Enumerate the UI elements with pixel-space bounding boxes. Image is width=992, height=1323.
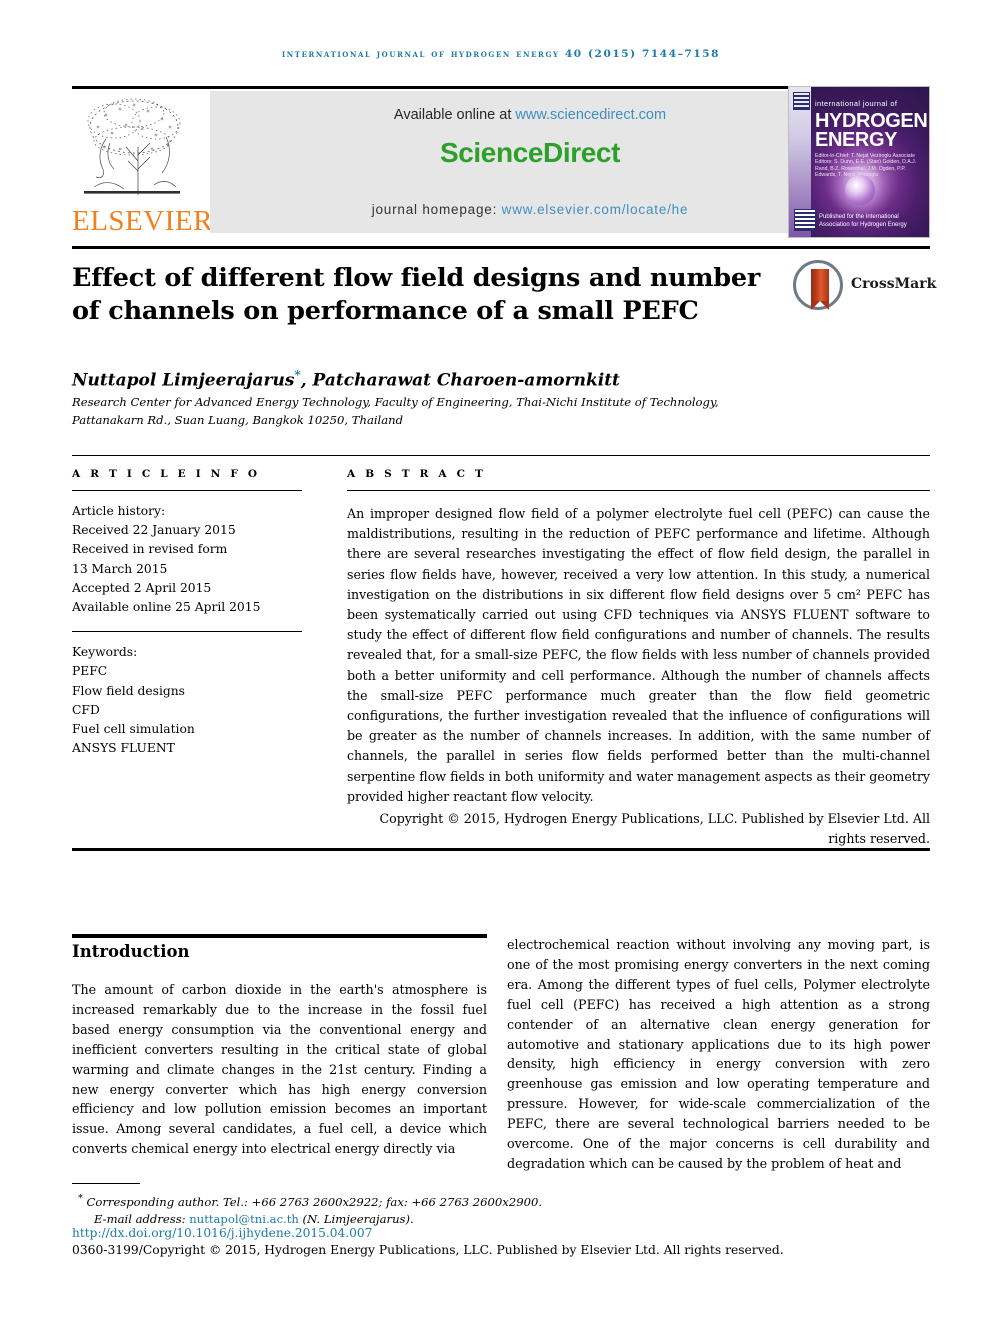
page-title: Effect of different flow field designs a… [72, 263, 761, 326]
journal-homepage-line: journal homepage: www.elsevier.com/locat… [210, 202, 850, 217]
keyword-item: CFD [72, 702, 100, 717]
abstract-column: A B S T R A C T An improper designed flo… [347, 468, 930, 849]
available-online-prefix: Available online at [393, 107, 516, 123]
info-top-rule [72, 455, 930, 456]
issn-copyright-line: 0360-3199/Copyright © 2015, Hydrogen Ene… [72, 1243, 784, 1257]
email-label: E-mail address: [94, 1212, 190, 1227]
keyword-item: Fuel cell simulation [72, 722, 195, 737]
cover-editors: Editor-in-Chief: T. Nejat Veziroglu Asso… [815, 153, 917, 179]
crossmark-label: CrossMark [851, 276, 937, 292]
keywords-list: Keywords: PEFC Flow field designs CFD Fu… [72, 643, 302, 758]
sciencedirect-link[interactable]: www.sciencedirect.com [515, 107, 666, 123]
crossmark-ribbon-icon [811, 269, 829, 310]
elsevier-tree-icon [76, 91, 186, 203]
running-head: International Journal of Hydrogen Energy… [281, 48, 721, 60]
cover-superline: international journal of [815, 99, 898, 108]
journal-article-page: International Journal of Hydrogen Energy… [0, 0, 992, 1323]
article-history: Article history: Received 22 January 201… [72, 502, 302, 617]
cover-badge-icon [794, 209, 816, 231]
history-item: Available online 25 April 2015 [72, 600, 261, 615]
introduction-heading: Introduction [72, 942, 190, 961]
title-top-rule [72, 246, 930, 249]
history-item: Accepted 2 April 2015 [72, 580, 212, 595]
keywords-label: Keywords: [72, 645, 138, 660]
affiliation-line-1: Research Center for Advanced Energy Tech… [72, 395, 719, 409]
article-history-label: Article history: [72, 504, 166, 518]
cover-orb-graphic [845, 175, 875, 205]
keyword-item: PEFC [72, 664, 108, 679]
history-item: Received in revised form [72, 542, 228, 557]
author-list: Nuttapol Limjeerajarus*, Patcharawat Cha… [72, 368, 772, 391]
abstract-copyright: Copyright © 2015, Hydrogen Energy Public… [379, 811, 930, 847]
introduction-rule [72, 934, 487, 938]
history-item: 13 March 2015 [72, 561, 168, 576]
article-info-heading: A R T I C L E I N F O [72, 468, 261, 480]
history-item: Received 22 January 2015 [72, 523, 236, 538]
masthead: ELSEVIER Available online at www.science… [72, 86, 930, 238]
affiliation-line-2: Pattanakarn Rd., Suan Luang, Bangkok 102… [72, 413, 404, 427]
abstract-body: An improper designed flow field of a pol… [347, 506, 930, 804]
cover-title-line1: HYDROGEN [815, 110, 928, 132]
article-info-column: A R T I C L E I N F O Article history: R… [72, 468, 302, 758]
author-primary: Nuttapol Limjeerajarus [72, 370, 295, 391]
available-online-line: Available online at www.sciencedirect.co… [210, 107, 850, 123]
affiliation: Research Center for Advanced Energy Tech… [72, 393, 792, 429]
footnote-rule [72, 1183, 140, 1184]
journal-cover-image: international journal of HYDROGEN ENERGY… [788, 86, 930, 238]
crossmark-badge[interactable]: CrossMark [793, 258, 937, 316]
corresponding-author-text: Corresponding author. Tel.: +66 2763 260… [82, 1194, 543, 1209]
elsevier-logo: ELSEVIER [72, 91, 213, 238]
introduction-right-column: electrochemical reaction without involvi… [507, 937, 930, 1171]
cover-elsevier-mark-icon [793, 92, 810, 110]
keyword-item: Flow field designs [72, 683, 185, 698]
article-info-rule [72, 490, 302, 491]
introduction-left-column: The amount of carbon dioxide in the eart… [72, 982, 487, 1157]
journal-homepage-prefix: journal homepage: [371, 202, 502, 217]
abstract-heading: A B S T R A C T [347, 468, 487, 480]
email-suffix: (N. Limjeerajarus). [298, 1212, 414, 1227]
keywords-rule [72, 631, 302, 633]
footnote-block: * Corresponding author. Tel.: +66 2763 2… [72, 1190, 930, 1229]
abstract-bottom-rule [72, 848, 930, 851]
email-link[interactable]: nuttapol@tni.ac.th [189, 1212, 299, 1226]
corresponding-author-note: * Corresponding author. Tel.: +66 2763 2… [72, 1190, 930, 1211]
sciencedirect-logo: ScienceDirect [439, 137, 620, 168]
doi-link[interactable]: http://dx.doi.org/10.1016/j.ijhydene.201… [72, 1226, 372, 1240]
keyword-item: ANSYS FLUENT [72, 741, 175, 756]
author-secondary: , Patcharawat Charoen-amornkitt [300, 370, 620, 391]
elsevier-wordmark: ELSEVIER [72, 205, 213, 237]
sciencedirect-panel: Available online at www.sciencedirect.co… [210, 91, 850, 233]
cover-title-line2: ENERGY [815, 129, 898, 151]
abstract-rule [347, 490, 930, 491]
journal-homepage-link[interactable]: www.elsevier.com/locate/he [502, 202, 689, 217]
cover-footer-text: Published for the International Associat… [819, 214, 907, 228]
crossmark-circle-icon [793, 260, 843, 310]
